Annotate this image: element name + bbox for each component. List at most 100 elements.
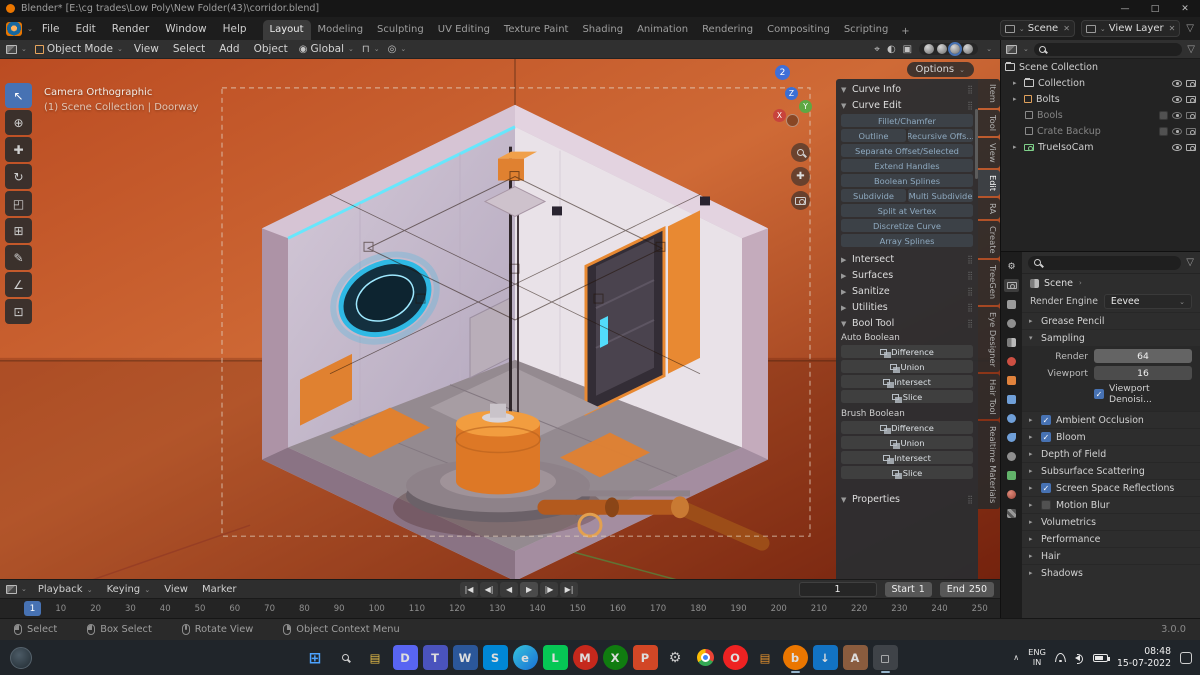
hide-eye-icon[interactable] xyxy=(1172,143,1182,151)
section-subsurface-scattering[interactable]: ▸ Subsurface Scattering xyxy=(1022,462,1200,479)
hide-eye-icon[interactable] xyxy=(1172,95,1182,103)
measure-tool[interactable]: ∠ xyxy=(5,272,32,297)
discord-icon[interactable]: D xyxy=(392,645,418,670)
brush-union-button[interactable]: Union xyxy=(841,436,973,449)
auto-difference-button[interactable]: Difference xyxy=(841,345,973,358)
transform-tool[interactable]: ⊞ xyxy=(5,218,32,243)
tab-hair-tool[interactable]: Hair Tool xyxy=(978,373,1000,420)
boolean-splines-button[interactable]: Boolean Splines xyxy=(841,174,973,187)
section-utilities[interactable]: ▶ Utilities ⣿ xyxy=(839,299,975,315)
menu-marker[interactable]: Marker xyxy=(199,582,240,597)
viewport-denoising-checkbox[interactable] xyxy=(1094,389,1104,399)
proportional-editing-toggle[interactable]: ◎ ⌄ xyxy=(388,44,407,55)
tab-texture-icon[interactable] xyxy=(1004,507,1019,520)
scene-selector[interactable]: ⌄ Scene ✕ xyxy=(999,20,1075,37)
tab-item[interactable]: Item xyxy=(978,79,1000,108)
menu-render[interactable]: Render xyxy=(105,19,156,39)
tab-tool[interactable]: Tool xyxy=(978,109,1000,137)
selectability-checkbox[interactable] xyxy=(1159,110,1168,120)
xbox-icon[interactable]: X xyxy=(602,645,628,670)
skype-icon[interactable]: S xyxy=(482,645,508,670)
workspace-tab-shading[interactable]: Shading xyxy=(575,20,630,40)
snap-toggle[interactable]: ⊓ ⌄ xyxy=(362,44,380,55)
pan-button[interactable]: ✚ xyxy=(791,167,810,186)
teams-icon[interactable]: T xyxy=(422,645,448,670)
jump-to-start-button[interactable]: |◀ xyxy=(460,581,479,597)
brush-intersect-button[interactable]: Intersect xyxy=(841,451,973,464)
tab-tool-icon[interactable]: ⚙ xyxy=(1004,260,1019,273)
annotate-tool[interactable]: ✎ xyxy=(5,245,32,270)
grip-icon[interactable]: ⣿ xyxy=(967,85,973,94)
section-motion-blur[interactable]: ▸ Motion Blur xyxy=(1022,496,1200,513)
tab-view[interactable]: View xyxy=(978,138,1000,168)
ssr-checkbox[interactable] xyxy=(1041,483,1051,493)
tab-scene-icon[interactable] xyxy=(1004,336,1019,349)
workspace-tab-animation[interactable]: Animation xyxy=(630,20,695,40)
section-surfaces[interactable]: ▶ Surfaces ⣿ xyxy=(839,267,975,283)
add-workspace-button[interactable]: + xyxy=(895,23,915,40)
line-icon[interactable]: L xyxy=(542,645,568,670)
chrome-icon[interactable] xyxy=(693,645,718,670)
section-curve-info[interactable]: ▼ Curve Info ⣿ xyxy=(839,81,975,97)
overlays-icon[interactable]: ◐ xyxy=(887,44,896,55)
discretize-curve-button[interactable]: Discretize Curve xyxy=(841,219,973,232)
section-sampling[interactable]: ▾ Sampling xyxy=(1022,329,1200,346)
separate-offset-button[interactable]: Separate Offset/Selected xyxy=(841,144,973,157)
render-visibility-icon[interactable] xyxy=(1186,111,1196,119)
tab-constraints-icon[interactable] xyxy=(1004,450,1019,463)
render-engine-dropdown[interactable]: Eevee ⌄ xyxy=(1103,294,1192,309)
tab-output-icon[interactable] xyxy=(1004,298,1019,311)
subdivide-button[interactable]: Subdivide xyxy=(841,189,906,202)
filter-icon[interactable]: ▽ xyxy=(1186,23,1194,34)
auto-slice-button[interactable]: Slice xyxy=(841,390,973,403)
jump-to-end-button[interactable]: ▶| xyxy=(560,581,579,597)
selectability-checkbox[interactable] xyxy=(1159,126,1168,136)
grip-icon[interactable]: ⣿ xyxy=(967,255,973,264)
mode-selector[interactable]: Object Mode ⌄ xyxy=(34,43,123,55)
viewport-samples-field[interactable]: 16 xyxy=(1094,366,1192,380)
show-gizmo-icon[interactable]: ⌖ xyxy=(874,44,880,55)
navigation-gizmo[interactable]: Z Y X xyxy=(770,87,814,131)
menu-edit[interactable]: Edit xyxy=(68,19,102,39)
notification-center-icon[interactable] xyxy=(1180,651,1192,664)
add-cube-tool[interactable]: ⊡ xyxy=(5,299,32,324)
auto-intersect-button[interactable]: Intersect xyxy=(841,375,973,388)
section-grease-pencil[interactable]: ▸ Grease Pencil xyxy=(1022,312,1200,329)
blender-logo-icon[interactable] xyxy=(6,21,22,36)
menu-object[interactable]: Object xyxy=(251,41,291,57)
menu-add[interactable]: Add xyxy=(216,41,242,57)
workspace-tab-rendering[interactable]: Rendering xyxy=(695,20,760,40)
axis-x-handle[interactable]: X xyxy=(773,109,786,122)
hide-eye-icon[interactable] xyxy=(1172,79,1182,87)
tab-object-icon[interactable] xyxy=(1004,374,1019,387)
language-indicator[interactable]: ENG IN xyxy=(1028,647,1046,667)
widgets-icon[interactable] xyxy=(10,646,32,669)
hide-eye-icon[interactable] xyxy=(1172,111,1182,119)
tab-data-icon[interactable] xyxy=(1004,469,1019,482)
axis-z-handle[interactable]: Z xyxy=(785,87,798,100)
blender-taskbar-icon[interactable]: b xyxy=(782,645,808,673)
start-button[interactable]: ⊞ xyxy=(303,645,328,670)
clock[interactable]: 08:48 15-07-2022 xyxy=(1117,646,1171,669)
tab-particles-icon[interactable] xyxy=(1004,412,1019,425)
tab-modifiers-icon[interactable] xyxy=(1004,393,1019,406)
multi-subdivide-button[interactable]: Multi Subdivide xyxy=(908,189,973,202)
xray-toggle-icon[interactable]: ▣ xyxy=(903,44,912,55)
section-curve-edit[interactable]: ▼ Curve Edit ⣿ xyxy=(839,97,975,113)
tab-eye-designer[interactable]: Eye Designer xyxy=(978,306,1000,372)
wifi-icon[interactable] xyxy=(1054,653,1066,662)
current-frame-field[interactable]: 1 xyxy=(798,581,877,597)
tab-edit[interactable]: Edit xyxy=(978,169,1000,196)
outline-button[interactable]: Outline xyxy=(841,129,906,142)
file-explorer-icon[interactable]: ▤ xyxy=(363,645,388,670)
grip-icon[interactable]: ⣿ xyxy=(967,271,973,280)
menu-playback[interactable]: Playback ⌄ xyxy=(35,582,96,597)
camera-view-button[interactable] xyxy=(791,191,810,210)
section-volumetrics[interactable]: ▸ Volumetrics xyxy=(1022,513,1200,530)
fillet-chamfer-button[interactable]: Fillet/Chamfer xyxy=(841,114,973,127)
menu-keying[interactable]: Keying ⌄ xyxy=(104,582,154,597)
outliner-editor-icon[interactable] xyxy=(1006,44,1017,54)
timeline-ruler[interactable]: 1 1 10 20 30 40 50 60 70 80 90 100 110 1… xyxy=(0,598,1000,618)
transform-orientation-selector[interactable]: ◉ Global ⌄ xyxy=(299,43,354,55)
outliner-row-collection[interactable]: ▸ Collection xyxy=(1001,75,1200,91)
